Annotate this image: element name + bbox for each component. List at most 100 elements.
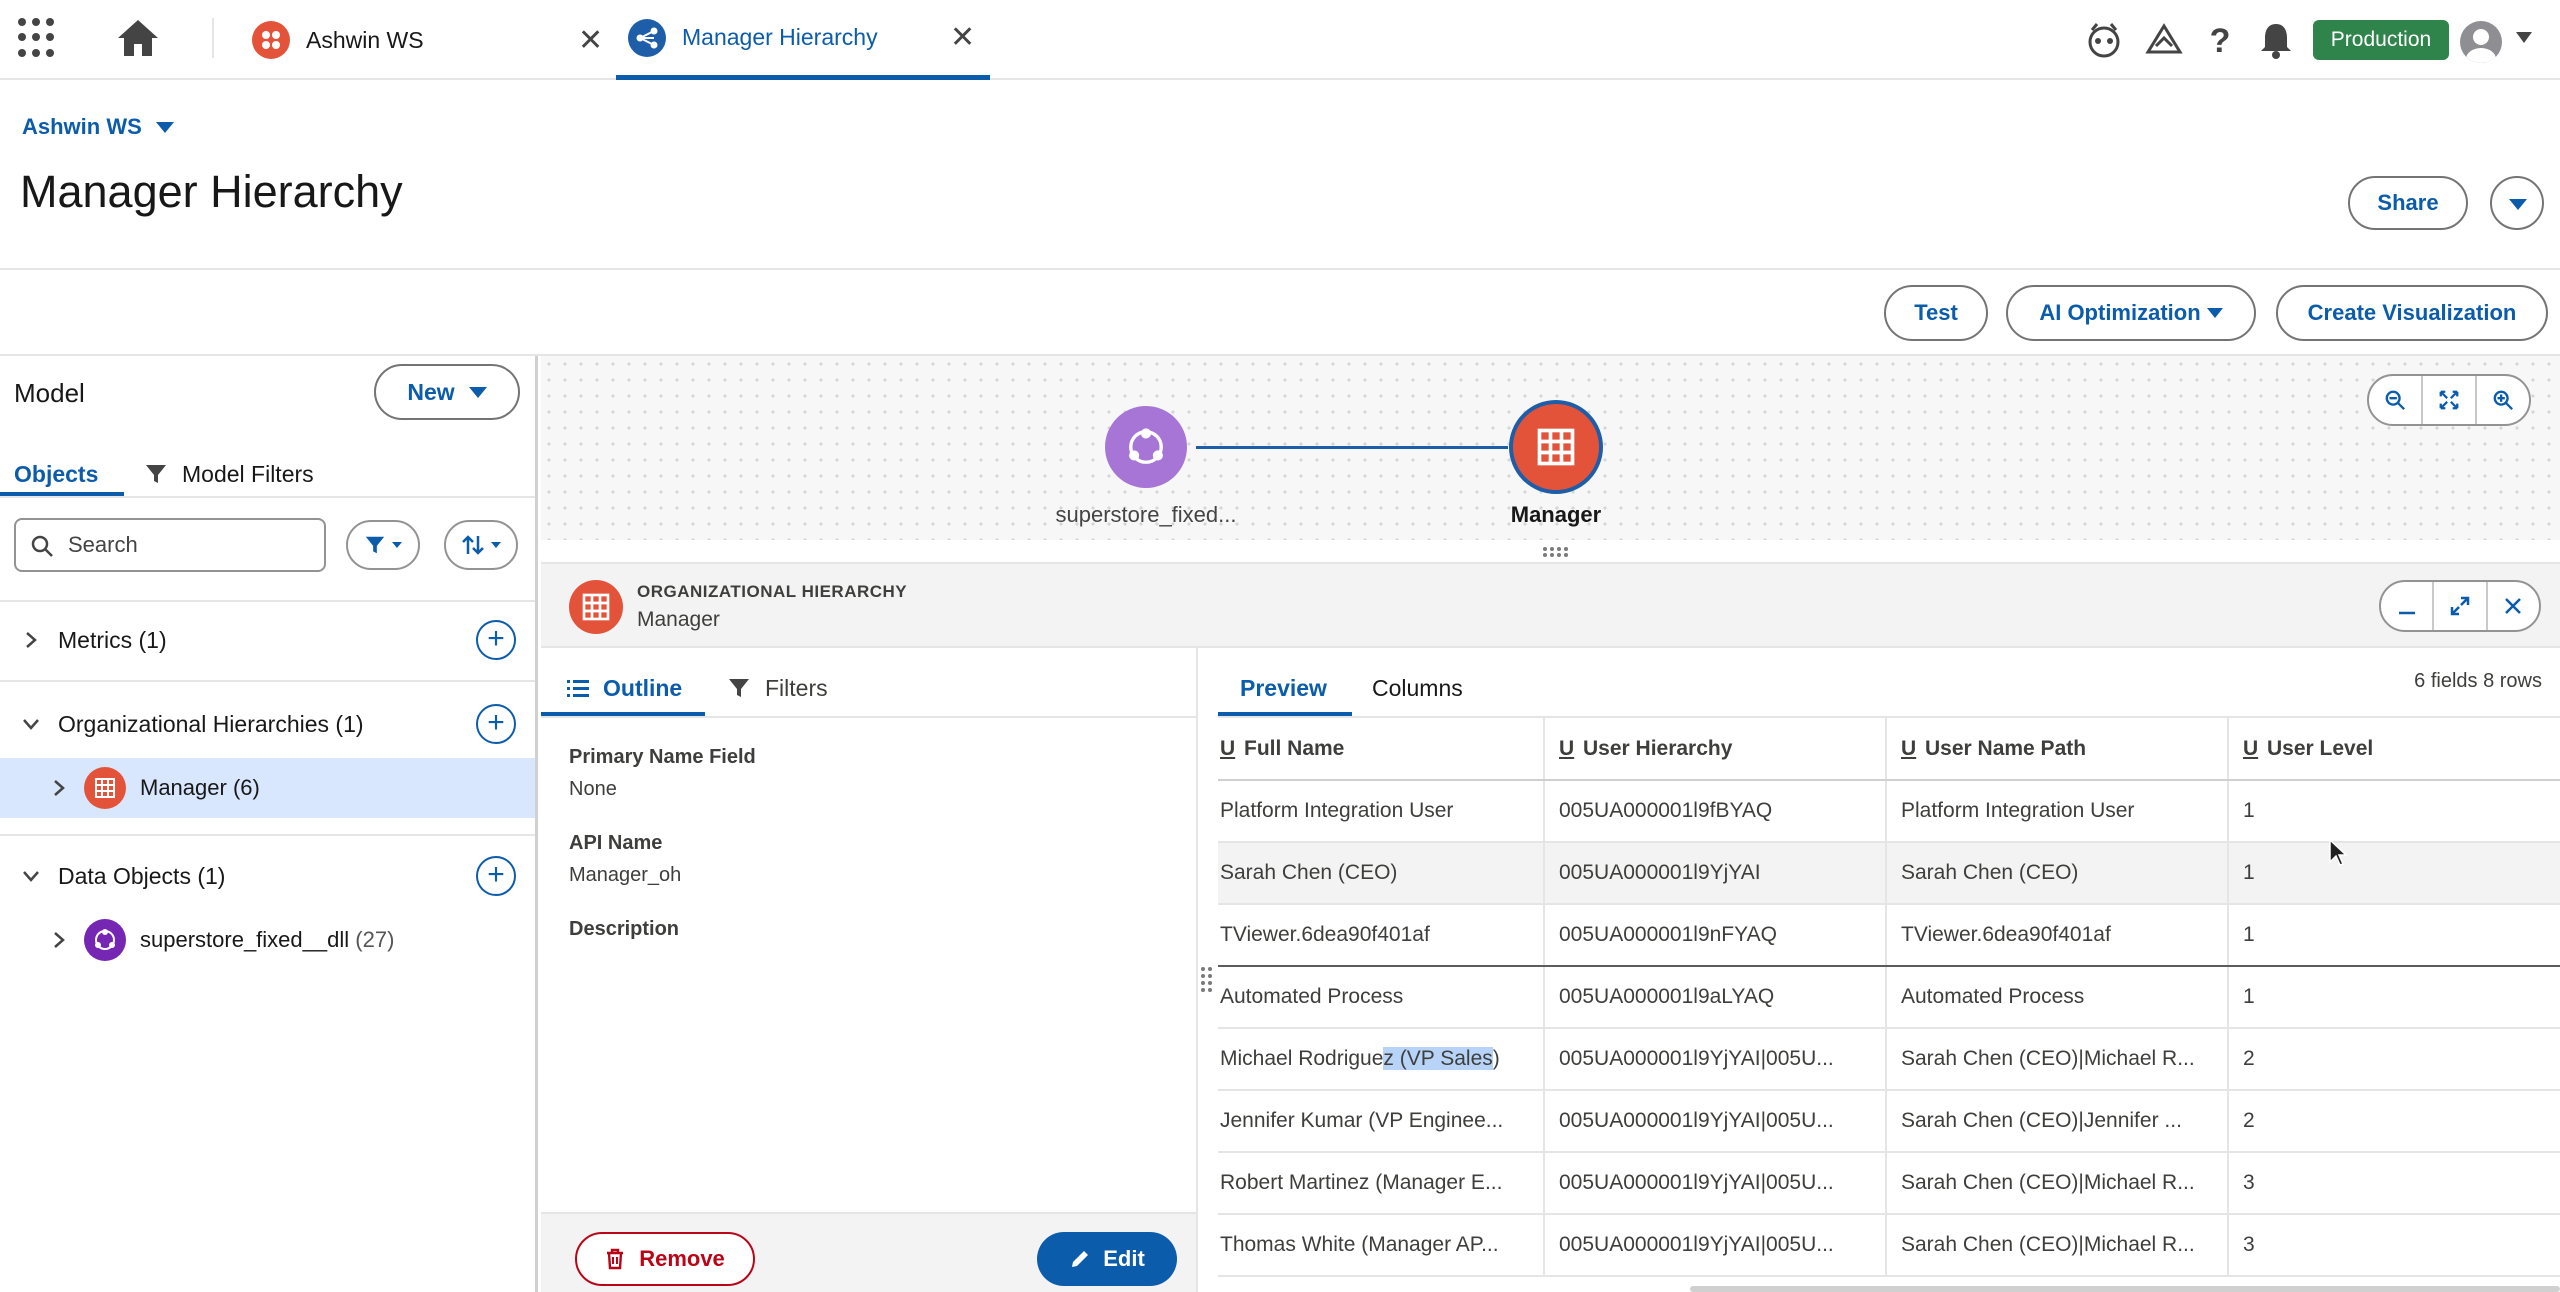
table-cell: 3 — [2228, 1214, 2560, 1277]
trailhead-icon[interactable] — [2144, 20, 2184, 60]
field-label-description: Description — [569, 918, 680, 940]
new-button[interactable]: New — [374, 364, 520, 420]
edit-label: Edit — [1103, 1246, 1145, 1271]
resize-handle-icon[interactable] — [1542, 546, 1570, 558]
svg-text:?: ? — [2210, 22, 2231, 60]
item-label: Manager (6) — [140, 775, 260, 801]
column-header-user-hierarchy[interactable]: U User Hierarchy — [1544, 718, 1887, 781]
mouse-pointer-icon — [2329, 838, 2348, 866]
tab-objects[interactable]: Objects — [14, 452, 98, 496]
table-row[interactable]: Michael Rodriguez (VP Sales) 005UA000001… — [1218, 1028, 2560, 1091]
more-actions-button[interactable] — [2490, 176, 2544, 230]
canvas-node-manager[interactable]: Manager — [1496, 400, 1616, 528]
fit-view-button[interactable] — [2423, 376, 2477, 424]
caret-down-icon — [491, 542, 501, 548]
sort-dropdown-button[interactable] — [444, 520, 518, 570]
app-launcher-icon[interactable] — [18, 18, 58, 58]
divider — [0, 600, 535, 602]
section-label: Data Objects (1) — [58, 862, 226, 889]
zoom-in-button[interactable] — [2477, 376, 2529, 424]
list-item-manager[interactable]: Manager (6) — [0, 758, 535, 818]
column-header-full-name[interactable]: U Full Name — [1218, 718, 1545, 781]
divider — [541, 716, 1198, 718]
tab-columns[interactable]: Columns — [1372, 662, 1463, 714]
test-button[interactable]: Test — [1884, 285, 1988, 341]
hierarchy-table-icon — [1509, 400, 1603, 494]
item-count: (6) — [232, 775, 260, 800]
table-cell: 1 — [2228, 966, 2560, 1029]
close-icon[interactable]: ✕ — [950, 20, 975, 55]
list-item-data-object[interactable]: superstore_fixed__dll (27) — [0, 910, 535, 970]
object-type-label: ORGANIZATIONAL HIERARCHY — [637, 582, 908, 601]
item-name: Manager — [140, 775, 227, 800]
tab-label: Outline — [603, 674, 683, 701]
ai-optimization-label: AI Optimization — [2039, 300, 2201, 325]
chevron-down-icon — [468, 386, 487, 398]
tab-preview[interactable]: Preview — [1240, 662, 1327, 714]
add-icon[interactable]: + — [476, 620, 516, 660]
minimize-icon — [2398, 611, 2415, 615]
chevron-right-icon — [26, 632, 37, 648]
column-header-user-name-path[interactable]: U User Name Path — [1886, 718, 2229, 781]
table-cell: Thomas White (Manager AP... — [1218, 1214, 1545, 1277]
column-header-user-level[interactable]: U User Level — [2228, 718, 2560, 781]
home-icon[interactable] — [114, 16, 162, 60]
tab-filters[interactable]: Filters — [727, 662, 828, 714]
hierarchy-table-icon — [569, 580, 623, 634]
section-data-objects[interactable]: Data Objects (1) + — [0, 846, 535, 906]
table-row[interactable]: TViewer.6dea90f401af 005UA000001l9nFYAQ … — [1218, 903, 2560, 967]
add-icon[interactable]: + — [476, 704, 516, 744]
canvas-node-superstore[interactable]: superstore_fixed... — [1044, 406, 1248, 528]
astro-icon[interactable] — [2084, 20, 2124, 60]
close-icon[interactable]: ✕ — [578, 23, 603, 58]
table-row[interactable]: Sarah Chen (CEO) 005UA000001l9YjYAI Sara… — [1218, 842, 2560, 905]
column-label: Full Name — [1244, 736, 1345, 760]
bell-icon[interactable] — [2256, 20, 2296, 60]
help-icon[interactable]: ? — [2200, 20, 2240, 60]
table-row[interactable]: Thomas White (Manager AP... 005UA000001l… — [1218, 1214, 2560, 1277]
sort-icon — [462, 535, 484, 555]
text-segment: Michael Rodrigue — [1220, 1047, 1384, 1070]
avatar[interactable] — [2460, 21, 2502, 63]
tab-outline[interactable]: Outline — [567, 662, 682, 714]
section-metrics[interactable]: Metrics (1) + — [0, 610, 535, 670]
expand-button[interactable] — [2434, 582, 2488, 630]
table-cell: Sarah Chen (CEO)|Michael R... — [1886, 1214, 2229, 1277]
add-icon[interactable]: + — [476, 856, 516, 896]
filter-dropdown-button[interactable] — [346, 520, 420, 570]
close-button[interactable] — [2488, 582, 2539, 630]
edit-button[interactable]: Edit — [1037, 1232, 1177, 1286]
share-button[interactable]: Share — [2348, 176, 2468, 230]
table-cell: 1 — [2228, 842, 2560, 905]
ai-optimization-button[interactable]: AI Optimization — [2006, 285, 2256, 341]
tab-label: Manager Hierarchy — [682, 24, 878, 50]
table-cell: Sarah Chen (CEO)|Michael R... — [1886, 1028, 2229, 1091]
table-cell: TViewer.6dea90f401af — [1886, 903, 2229, 967]
minimize-button[interactable] — [2381, 582, 2435, 630]
tab-ashwin-ws[interactable]: Ashwin WS ✕ — [252, 0, 612, 80]
filter-icon — [146, 465, 166, 483]
tab-manager-hierarchy[interactable]: Manager Hierarchy ✕ — [616, 0, 990, 80]
workspace-switcher[interactable]: Ashwin WS — [22, 114, 174, 140]
table-row[interactable]: Jennifer Kumar (VP Enginee... 005UA00000… — [1218, 1090, 2560, 1153]
chevron-down-icon[interactable] — [2516, 32, 2532, 43]
search-input[interactable]: Search — [14, 518, 326, 572]
section-organizational-hierarchies[interactable]: Organizational Hierarchies (1) + — [0, 694, 535, 754]
horizontal-scrollbar[interactable] — [1690, 1286, 2560, 1292]
table-cell: Robert Martinez (Manager E... — [1218, 1152, 1545, 1215]
environment-badge[interactable]: Production — [2313, 20, 2449, 60]
text-type-icon: U — [1559, 736, 1575, 760]
remove-button[interactable]: Remove — [575, 1232, 755, 1286]
table-row[interactable]: Robert Martinez (Manager E... 005UA00000… — [1218, 1152, 2560, 1215]
table-row[interactable]: Automated Process 005UA000001l9aLYAQ Aut… — [1218, 966, 2560, 1029]
drag-handle-icon[interactable] — [1200, 966, 1214, 992]
table-row[interactable]: Platform Integration User 005UA000001l9f… — [1218, 780, 2560, 843]
table-cell: Sarah Chen (CEO) — [1218, 842, 1545, 905]
chevron-down-icon — [23, 719, 39, 730]
table-cell: Michael Rodriguez (VP Sales) — [1218, 1028, 1545, 1091]
model-title: Model — [14, 378, 85, 408]
tab-model-filters[interactable]: Model Filters — [144, 452, 314, 496]
create-visualization-button[interactable]: Create Visualization — [2276, 285, 2548, 341]
zoom-out-button[interactable] — [2369, 376, 2423, 424]
item-label: superstore_fixed__dll (27) — [140, 927, 394, 953]
